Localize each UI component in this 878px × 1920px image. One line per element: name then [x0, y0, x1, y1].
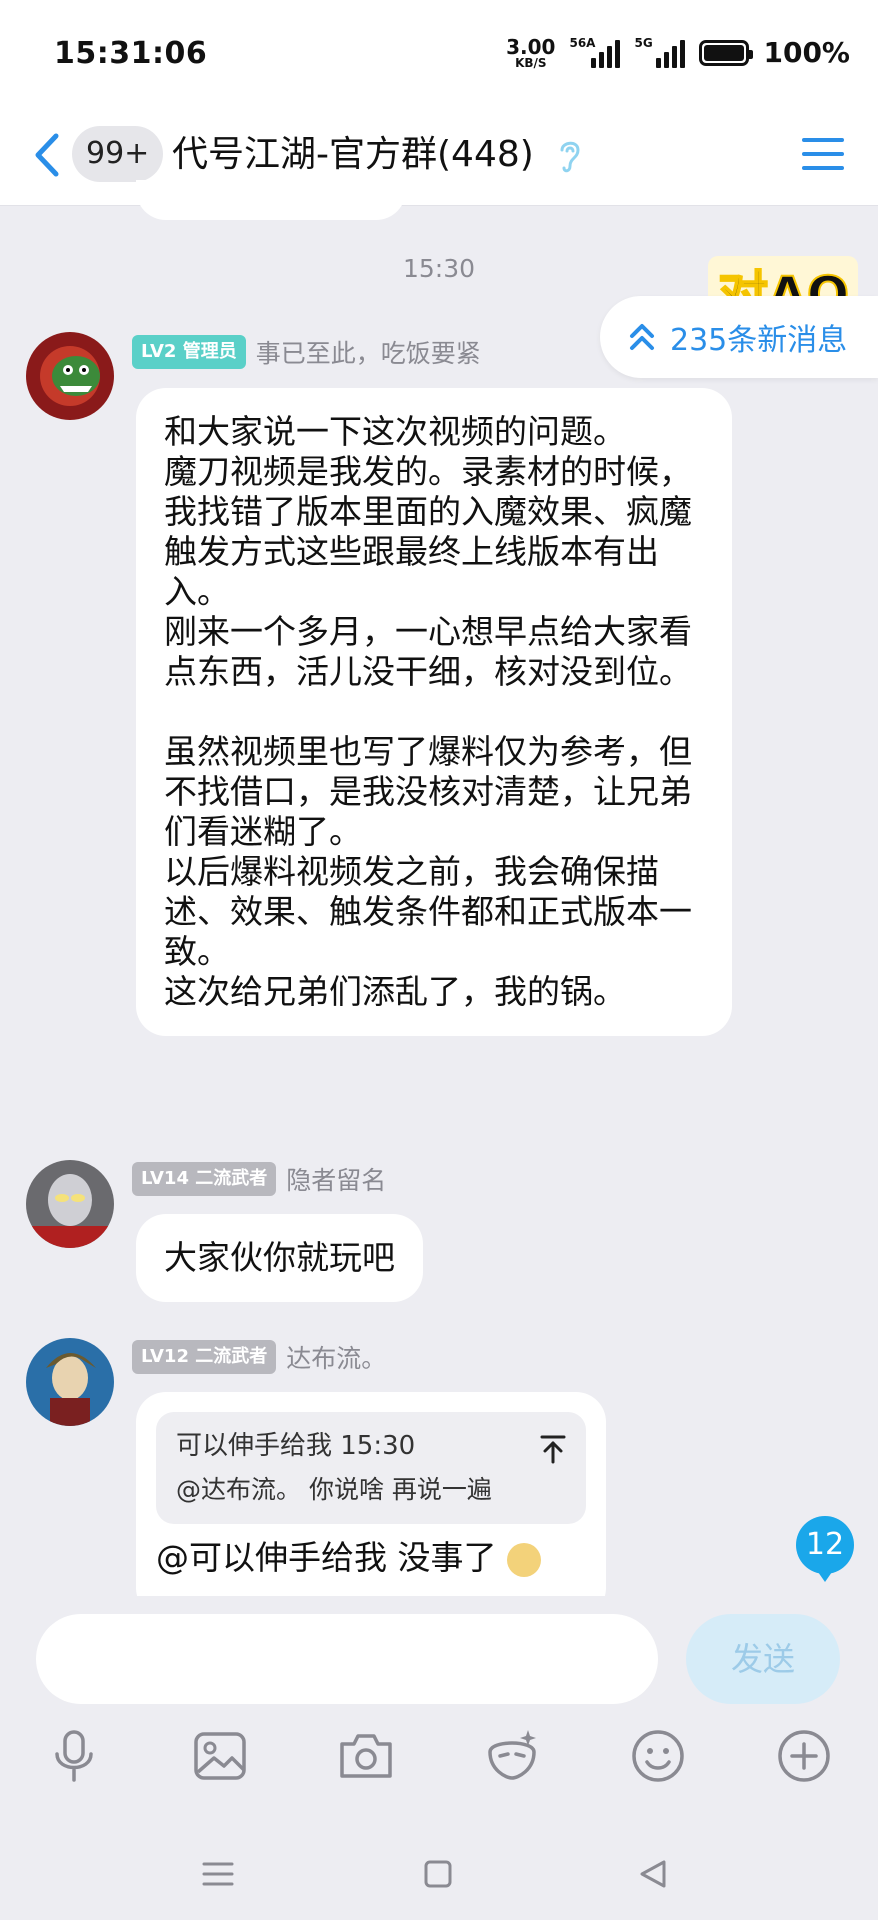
- image-icon[interactable]: [190, 1726, 250, 1786]
- message-input[interactable]: [36, 1614, 658, 1704]
- pin-top-icon[interactable]: [540, 1434, 566, 1464]
- level-badge: LV12 二流武者: [132, 1340, 277, 1374]
- toolbar: [0, 1726, 878, 1786]
- sender-name[interactable]: 达布流。: [286, 1339, 386, 1375]
- quote-header: 可以伸手给我 15:30: [176, 1431, 416, 1461]
- camera-icon[interactable]: [336, 1726, 396, 1786]
- emoji-icon[interactable]: [628, 1726, 688, 1786]
- send-button[interactable]: 发送: [686, 1614, 840, 1704]
- quote-text: @达布流。 你说啥 再说一遍: [176, 1475, 492, 1504]
- microphone-icon[interactable]: [44, 1726, 104, 1786]
- plus-icon[interactable]: [774, 1726, 834, 1786]
- nav-back-icon[interactable]: [634, 1854, 674, 1894]
- message-bubble[interactable]: 可以伸手给我 15:30 @达布流。 你说啥 再说一遍 @可以伸手给我 没事了: [136, 1392, 606, 1596]
- unread-mentions-badge[interactable]: 12: [796, 1516, 854, 1582]
- quoted-message[interactable]: 可以伸手给我 15:30 @达布流。 你说啥 再说一遍: [156, 1412, 586, 1524]
- system-nav-bar: [0, 1830, 878, 1920]
- avatar[interactable]: [26, 1338, 114, 1426]
- message-meta: LV12 二流武者 达布流。: [132, 1339, 386, 1375]
- message-text: @可以伸手给我 没事了: [156, 1538, 586, 1578]
- nav-menu-icon[interactable]: [198, 1854, 238, 1894]
- emoji-icon: [507, 1542, 541, 1577]
- sticker-icon[interactable]: [482, 1726, 542, 1786]
- chat-message: LV12 二流武者 达布流。 可以伸手给我 15:30 @达布流。 你说啥 再说…: [0, 0, 878, 1596]
- nav-home-icon[interactable]: [418, 1854, 458, 1894]
